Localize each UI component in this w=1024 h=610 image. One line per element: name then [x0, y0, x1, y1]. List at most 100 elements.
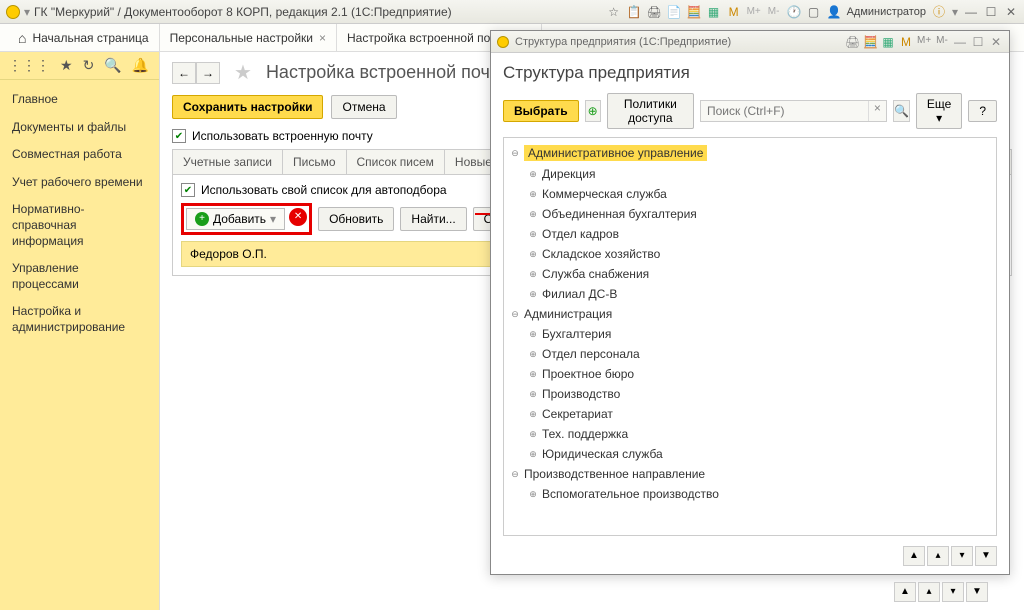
dlg-close-icon[interactable]: ✕ — [989, 35, 1003, 49]
tree-node[interactable]: ⊕Складское хозяйство — [504, 244, 996, 264]
tree-node[interactable]: ⊕Дирекция — [504, 164, 996, 184]
mplus-icon[interactable]: М+ — [747, 5, 761, 19]
search-button[interactable]: 🔍 — [893, 100, 910, 122]
search-icon[interactable]: 🔍 — [104, 57, 121, 74]
close-dropdown-icon[interactable]: ▾ — [24, 5, 30, 19]
tree-node[interactable]: ⊕Отдел персонала — [504, 344, 996, 364]
toolbar-icon-3[interactable]: 🖨 — [647, 5, 661, 19]
scroll-down-icon[interactable]: ▾ — [951, 546, 973, 566]
tree-node[interactable]: ⊕Проектное бюро — [504, 364, 996, 384]
clock-icon[interactable]: 🕐 — [787, 5, 801, 19]
scroll-bottom-icon[interactable]: ▼ — [975, 546, 997, 566]
expand-icon[interactable]: ⊕ — [528, 249, 538, 259]
toolbar-icon-1[interactable]: ☆ — [607, 5, 621, 19]
tab-personal-settings[interactable]: Персональные настройки × — [160, 24, 337, 51]
dlg-mplus-icon[interactable]: М+ — [917, 35, 931, 49]
calc-icon[interactable]: 🧮 — [687, 5, 701, 19]
policies-button[interactable]: Политики доступа — [607, 93, 694, 129]
history-icon[interactable]: ↻ — [83, 57, 95, 74]
expand-icon[interactable]: ⊕ — [528, 269, 538, 279]
m-icon[interactable]: М — [727, 5, 741, 19]
tree-node[interactable]: ⊖Администрация — [504, 304, 996, 324]
nav-docs[interactable]: Документы и файлы — [0, 114, 159, 142]
nav-time[interactable]: Учет рабочего времени — [0, 169, 159, 197]
nav-admin[interactable]: Настройка и администрирование — [0, 298, 159, 341]
tree-node[interactable]: ⊖Административное управление — [504, 142, 996, 164]
tree-node[interactable]: ⊖Производственное направление — [504, 464, 996, 484]
tree-node[interactable]: ⊕Объединенная бухгалтерия — [504, 204, 996, 224]
expand-icon[interactable]: ⊕ — [528, 409, 538, 419]
expand-icon[interactable]: ⊕ — [528, 389, 538, 399]
tree-node[interactable]: ⊕Филиал ДС-В — [504, 284, 996, 304]
nav-main[interactable]: Главное — [0, 86, 159, 114]
scroll-top-icon[interactable]: ▲ — [903, 546, 925, 566]
dlg-m-icon[interactable]: М — [899, 35, 913, 49]
search-input[interactable] — [701, 101, 868, 121]
mminus-icon[interactable]: М- — [767, 5, 781, 19]
collapse-icon[interactable]: ⊖ — [510, 309, 520, 319]
nav-reference[interactable]: Нормативно-справочная информация — [0, 196, 159, 255]
help-button[interactable]: ? — [968, 100, 997, 122]
expand-icon[interactable]: ⊕ — [528, 489, 538, 499]
subtab-message[interactable]: Письмо — [283, 150, 347, 174]
search-clear-icon[interactable]: × — [868, 101, 886, 121]
create-button[interactable]: ⊕ — [585, 100, 601, 122]
forward-button[interactable]: → — [196, 62, 220, 84]
dlg-print-icon[interactable]: 🖨 — [845, 35, 859, 49]
tree-node[interactable]: ⊕Производство — [504, 384, 996, 404]
favorite-icon[interactable]: ★ — [234, 60, 252, 85]
calendar-icon[interactable]: ▦ — [707, 5, 721, 19]
more-button[interactable]: Еще ▾ — [916, 93, 962, 129]
save-button[interactable]: Сохранить настройки — [172, 95, 323, 119]
info-dropdown-icon[interactable]: ▾ — [952, 5, 958, 19]
back-button[interactable]: ← — [172, 62, 196, 84]
expand-icon[interactable]: ⊕ — [528, 229, 538, 239]
info-icon[interactable]: ⓘ — [932, 5, 946, 19]
expand-icon[interactable]: ⊕ — [528, 449, 538, 459]
tree-node[interactable]: ⊕Тех. поддержка — [504, 424, 996, 444]
subtab-accounts[interactable]: Учетные записи — [173, 150, 283, 174]
expand-icon[interactable]: ⊕ — [528, 349, 538, 359]
window-icon[interactable]: ▢ — [807, 5, 821, 19]
expand-icon[interactable]: ⊕ — [528, 289, 538, 299]
dlg-cal-icon[interactable]: ▦ — [881, 35, 895, 49]
tree-node[interactable]: ⊕Отдел кадров — [504, 224, 996, 244]
tree-node[interactable]: ⊕Юридическая служба — [504, 444, 996, 464]
expand-icon[interactable]: ⊕ — [528, 169, 538, 179]
use-builtin-checkbox[interactable]: ✔ — [172, 129, 186, 143]
toolbar-icon-2[interactable]: 📋 — [627, 5, 641, 19]
close-icon[interactable]: ✕ — [1004, 5, 1018, 19]
bell-icon[interactable]: 🔔 — [132, 57, 149, 74]
expand-icon[interactable]: ⊕ — [528, 209, 538, 219]
collapse-icon[interactable]: ⊖ — [510, 469, 520, 479]
subtab-list[interactable]: Список писем — [347, 150, 445, 174]
select-button[interactable]: Выбрать — [503, 100, 579, 122]
scroll-up-icon[interactable]: ▴ — [918, 582, 940, 602]
find-button[interactable]: Найти... — [400, 207, 466, 231]
tree-node[interactable]: ⊕Секретариат — [504, 404, 996, 424]
maximize-icon[interactable]: ☐ — [984, 5, 998, 19]
scroll-up-icon[interactable]: ▴ — [927, 546, 949, 566]
dlg-mminus-icon[interactable]: М- — [935, 35, 949, 49]
expand-icon[interactable]: ⊕ — [528, 369, 538, 379]
tree-node[interactable]: ⊕Вспомогательное производство — [504, 484, 996, 504]
add-button[interactable]: + Добавить ▾ — [186, 208, 285, 230]
scroll-down-icon[interactable]: ▾ — [942, 582, 964, 602]
use-own-list-checkbox[interactable]: ✔ — [181, 183, 195, 197]
expand-icon[interactable]: ⊕ — [528, 429, 538, 439]
dlg-calc-icon[interactable]: 🧮 — [863, 35, 877, 49]
scroll-top-icon[interactable]: ▲ — [894, 582, 916, 602]
refresh-button[interactable]: Обновить — [318, 207, 394, 231]
nav-processes[interactable]: Управление процессами — [0, 255, 159, 298]
dlg-max-icon[interactable]: ☐ — [971, 35, 985, 49]
tree-node[interactable]: ⊕Коммерческая служба — [504, 184, 996, 204]
expand-icon[interactable]: ⊕ — [528, 189, 538, 199]
tree-node[interactable]: ⊕Служба снабжения — [504, 264, 996, 284]
tab-close-icon[interactable]: × — [319, 31, 326, 45]
dlg-min-icon[interactable]: — — [953, 35, 967, 49]
nav-collab[interactable]: Совместная работа — [0, 141, 159, 169]
toolbar-icon-4[interactable]: 📄 — [667, 5, 681, 19]
apps-icon[interactable]: ⋮⋮⋮ — [8, 57, 50, 74]
minimize-icon[interactable]: — — [964, 5, 978, 19]
tree-node[interactable]: ⊕Бухгалтерия — [504, 324, 996, 344]
